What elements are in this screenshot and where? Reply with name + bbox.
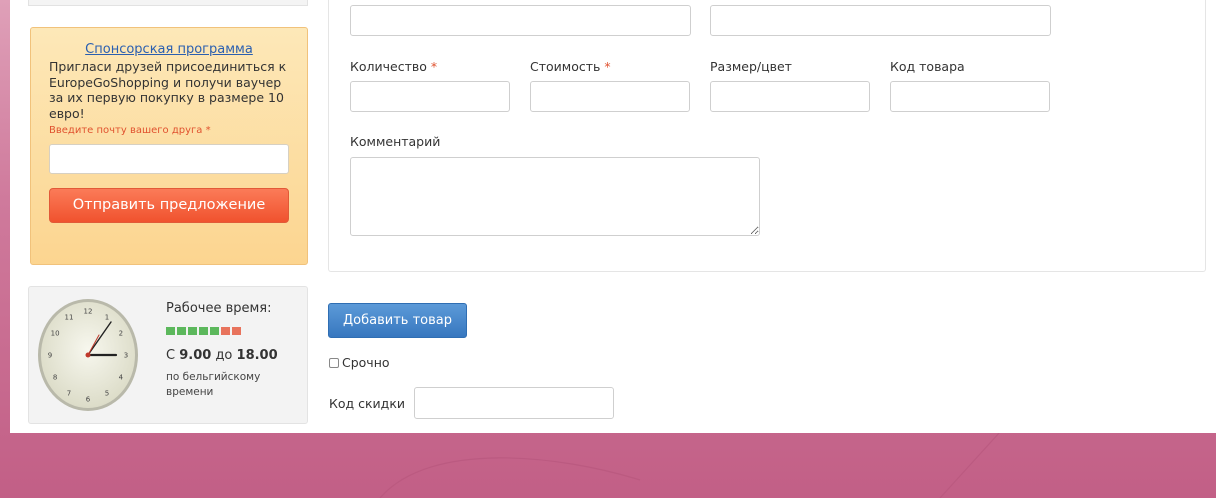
clock-number: 8: [53, 374, 57, 382]
day-square: [232, 327, 241, 335]
clock-icon: 121234567891011: [38, 299, 138, 411]
discount-code-label: Код скидки: [329, 396, 406, 411]
day-square: [166, 327, 175, 335]
send-invitation-button[interactable]: Отправить предложение: [49, 188, 289, 223]
sponsor-program-link[interactable]: Спонсорская программа: [49, 42, 289, 57]
add-product-button[interactable]: Добавить товар: [328, 303, 467, 338]
clock-number: 12: [84, 308, 93, 316]
size-color-input[interactable]: [710, 81, 870, 112]
product-link-input[interactable]: [710, 5, 1051, 36]
product-name-input[interactable]: [350, 5, 691, 36]
discount-code-input[interactable]: [414, 387, 614, 419]
day-square: [177, 327, 186, 335]
comment-label: Комментарий: [350, 134, 441, 149]
friend-email-label-text: Введите почту вашего друга: [49, 125, 203, 136]
working-days-indicator: [166, 327, 241, 335]
day-square: [221, 327, 230, 335]
sponsor-program-box: Спонсорская программа Пригласи друзей пр…: [30, 27, 308, 265]
size-color-label: Размер/цвет: [710, 59, 792, 74]
timezone-note: по бельгийскому времени: [166, 371, 261, 398]
cost-input[interactable]: [530, 81, 690, 112]
clock-number: 11: [65, 313, 74, 321]
quantity-label-text: Количество: [350, 59, 427, 74]
clock-number: 7: [67, 390, 71, 398]
working-hours-range: С 9.00 до 18.00: [166, 348, 278, 363]
urgent-checkbox[interactable]: [329, 357, 339, 368]
urgent-option[interactable]: Срочно: [329, 355, 390, 370]
quantity-label: Количество *: [350, 59, 437, 74]
clock-number: 5: [105, 390, 109, 398]
working-hours-box: 12 1 2 3 4 5 6 7 8 9 10 11 Рабочее время: С 9.00 до…: [28, 286, 308, 424]
quantity-input[interactable]: [350, 81, 510, 112]
friend-email-input[interactable]: [49, 144, 289, 174]
clock-number: 2: [119, 330, 123, 338]
hours-from: 9.00: [179, 348, 212, 363]
day-square: [199, 327, 208, 335]
hours-to: 18.00: [236, 348, 278, 363]
friend-email-label: Введите почту вашего друга *: [49, 125, 289, 136]
clock-number: 4: [119, 374, 124, 382]
product-code-input[interactable]: [890, 81, 1050, 112]
day-square: [188, 327, 197, 335]
comment-textarea[interactable]: [350, 157, 760, 236]
urgent-label: Срочно: [342, 355, 390, 370]
clock-number: 6: [86, 396, 91, 404]
day-square: [210, 327, 219, 335]
clock-number: 9: [48, 352, 52, 360]
working-hours-title: Рабочее время:: [166, 301, 272, 316]
clock-number: 1: [105, 313, 109, 321]
clock-number: 3: [124, 352, 128, 360]
hours-to-word: до: [215, 348, 233, 363]
required-mark: *: [604, 59, 611, 74]
clock-number: 10: [51, 330, 60, 338]
required-mark: *: [205, 125, 211, 136]
cost-label-text: Стоимость: [530, 59, 601, 74]
cost-label: Стоимость *: [530, 59, 611, 74]
required-mark: *: [430, 59, 438, 74]
sponsor-description: Пригласи друзей присоединиться к EuropeG…: [49, 59, 287, 121]
product-code-label: Код товара: [890, 59, 965, 74]
sidebar-top-box: [28, 0, 308, 6]
hours-prefix: С: [166, 348, 176, 363]
